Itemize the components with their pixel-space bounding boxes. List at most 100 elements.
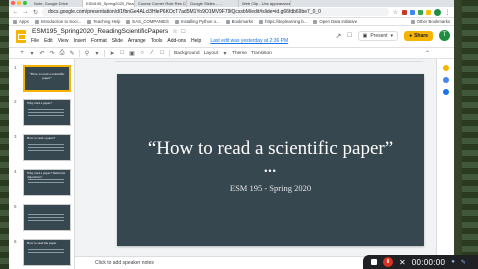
share-button[interactable]: ● Share: [404, 30, 433, 41]
back-icon[interactable]: ←: [12, 9, 19, 15]
bookmark-item[interactable]: Bookmarks: [225, 19, 253, 24]
slide-filmstrip: 1 “How to read a scientific paper” 2 Why…: [9, 59, 75, 269]
thumbnail-row[interactable]: 2 Why read a paper?: [9, 99, 74, 129]
shape-icon[interactable]: ○: [139, 50, 145, 56]
undo-icon[interactable]: ↶: [39, 50, 45, 57]
slide-subtitle[interactable]: ESM 195 - Spring 2020: [117, 183, 424, 193]
recording-timer: 00:00:00: [411, 257, 446, 267]
extension-icon[interactable]: [418, 9, 423, 15]
menu-slide[interactable]: Slide: [112, 38, 123, 44]
other-bookmarks[interactable]: Other Bookmarks: [410, 19, 450, 24]
last-edit-link[interactable]: Last edit was yesterday at 2:36 PM: [210, 38, 288, 44]
bookmark-item[interactable]: EAS_COMPANIES: [126, 19, 169, 24]
background-button[interactable]: Background: [174, 51, 200, 56]
paint-format-icon[interactable]: ✎: [69, 50, 75, 57]
thumbnail-row[interactable]: 6 How to read the paper: [9, 239, 74, 269]
menu-tools[interactable]: Tools: [151, 38, 163, 44]
menu-format[interactable]: Format: [91, 38, 107, 44]
slide-thumbnail-active[interactable]: “How to read a scientific paper”: [23, 65, 71, 92]
thumbnail-title: How to read the paper: [27, 241, 57, 245]
chevron-down-icon[interactable]: ▾: [29, 50, 35, 57]
star-icon[interactable]: ☆: [392, 9, 399, 16]
menu-addons[interactable]: Add-ons: [167, 38, 186, 44]
microphone-icon[interactable]: ●: [451, 259, 455, 265]
bookmark-icon: [259, 19, 264, 24]
select-cursor-icon[interactable]: ➤: [109, 50, 115, 57]
folder-icon[interactable]: □: [182, 29, 186, 35]
forward-icon[interactable]: →: [22, 9, 29, 15]
slides-logo-icon[interactable]: [16, 30, 26, 43]
url-input[interactable]: docs.google.com/presentation/d/1fbnGe4AL…: [42, 8, 389, 16]
browser-tab[interactable]: Note, Google Drive: [31, 0, 83, 7]
chevron-up-icon[interactable]: ⌃: [425, 50, 430, 57]
thumbnail-row[interactable]: 1 “How to read a scientific paper”: [9, 65, 74, 95]
thumbnail-text-lines: [28, 214, 64, 223]
print-icon[interactable]: ⎙: [59, 50, 65, 57]
image-icon[interactable]: ▣: [129, 50, 135, 57]
comment-add-icon[interactable]: □: [159, 50, 165, 56]
slide-title[interactable]: “How to read a scientific paper”: [117, 138, 424, 160]
calendar-icon[interactable]: [442, 77, 449, 83]
thumbnail-row[interactable]: 5: [9, 204, 74, 234]
slide-thumbnail[interactable]: How to read a paper?: [23, 134, 71, 161]
close-window-button[interactable]: [11, 1, 15, 5]
profile-avatar[interactable]: [434, 8, 441, 16]
slide-thumbnail[interactable]: Why read a paper? Skim fast objectives?: [23, 169, 71, 196]
menu-edit[interactable]: Edit: [44, 38, 53, 44]
thumbnail-row[interactable]: 4 Why read a paper? Skim fast objectives…: [9, 169, 74, 199]
extension-icon[interactable]: [410, 9, 415, 15]
bookmark-item[interactable]: Open Data Initiative: [313, 19, 357, 24]
bookmark-item[interactable]: Teaching Help: [87, 19, 120, 24]
close-icon[interactable]: ✕: [399, 258, 406, 267]
side-panel: [436, 59, 454, 269]
text-box-icon[interactable]: □: [119, 50, 125, 56]
redo-icon[interactable]: ↷: [49, 50, 55, 57]
line-icon[interactable]: ∕: [149, 50, 155, 56]
pause-icon[interactable]: II: [383, 257, 393, 267]
extension-icon[interactable]: [402, 9, 407, 15]
activity-icon[interactable]: ↗: [335, 32, 341, 40]
current-slide[interactable]: “How to read a scientific paper” ••• ESM…: [117, 74, 424, 246]
doc-title[interactable]: ESM195_Spring2020_ReadingScientificPaper…: [32, 28, 168, 35]
add-slide-icon[interactable]: +: [19, 50, 25, 56]
slide-thumbnail[interactable]: Why read a paper?: [23, 99, 71, 126]
bookmark-item[interactable]: https://iteplearning.b...: [259, 19, 307, 24]
present-button[interactable]: ▣ Present ▾: [357, 30, 399, 41]
horizontal-ruler: [115, 59, 423, 62]
menu-file[interactable]: File: [31, 38, 39, 44]
star-icon[interactable]: ☆: [172, 29, 177, 35]
thumbnail-text-lines: [28, 179, 64, 185]
bookmark-icon: [313, 19, 318, 24]
theme-button[interactable]: Theme: [232, 51, 247, 56]
browser-tab[interactable]: Web Clip - Unc appearance: [239, 0, 291, 7]
keep-icon[interactable]: [442, 65, 449, 71]
minimize-window-button[interactable]: [17, 1, 21, 5]
menu-icon[interactable]: ⋮: [444, 9, 451, 16]
menu-arrange[interactable]: Arrange: [128, 38, 146, 44]
browser-tab[interactable]: Google Slides - ...: [187, 0, 239, 7]
stop-icon[interactable]: [371, 259, 377, 265]
chevron-down-icon[interactable]: ▾: [94, 50, 100, 57]
work-area: 1 “How to read a scientific paper” 2 Why…: [9, 59, 454, 269]
slide-thumbnail[interactable]: How to read the paper: [23, 239, 71, 266]
thumbnail-row[interactable]: 3 How to read a paper?: [9, 134, 74, 164]
maximize-window-button[interactable]: [23, 1, 27, 5]
bookmark-item[interactable]: Apps: [13, 19, 29, 24]
menu-view[interactable]: View: [58, 38, 69, 44]
browser-tab-active[interactable]: ESM195_Spring2020_Reading...: [83, 0, 135, 7]
menu-insert[interactable]: Insert: [73, 38, 86, 44]
transition-button[interactable]: Transition: [251, 51, 272, 56]
bookmark-item[interactable]: Installing Python o...: [174, 19, 220, 24]
zoom-icon[interactable]: ⚲: [84, 50, 90, 57]
browser-tab[interactable]: Course Corner Role Res Con: [135, 0, 187, 7]
comments-icon[interactable]: □: [347, 32, 351, 39]
bookmark-item[interactable]: Introduction to Soci...: [34, 19, 81, 24]
reload-icon[interactable]: ↻: [32, 9, 39, 16]
pen-icon[interactable]: ✎: [461, 259, 466, 266]
extension-icon[interactable]: [426, 9, 431, 15]
user-avatar[interactable]: T: [439, 30, 450, 41]
tasks-icon[interactable]: [442, 89, 449, 95]
layout-button[interactable]: Layout: [204, 51, 218, 56]
menu-help[interactable]: Help: [191, 38, 201, 44]
slide-thumbnail[interactable]: [23, 204, 71, 231]
